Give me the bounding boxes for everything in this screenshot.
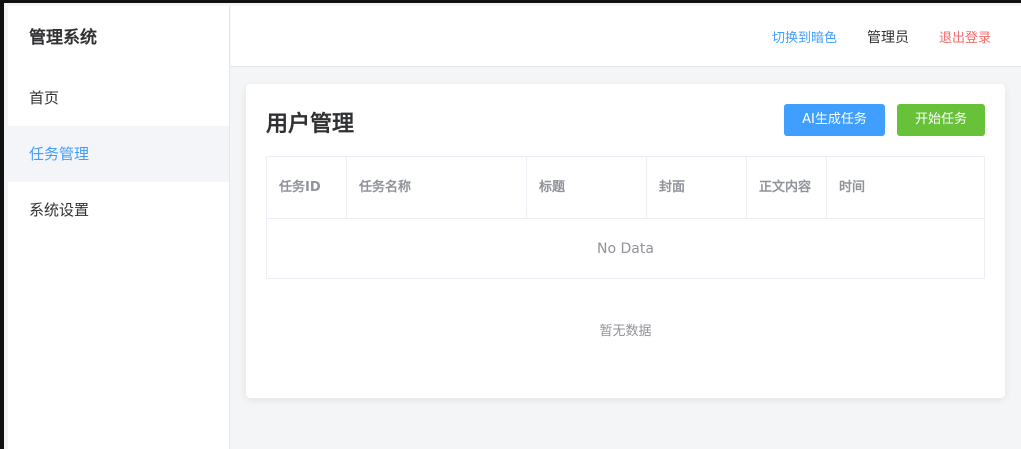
column-header-body[interactable]: 正文内容 [747, 157, 827, 218]
page-title: 用户管理 [266, 112, 355, 137]
current-user: 管理员 [866, 29, 909, 46]
sidebar-item-tasks[interactable]: 任务管理 [8, 126, 229, 182]
app-brand: 管理系统 [29, 28, 97, 48]
column-header-task-name[interactable]: 任务名称 [347, 157, 527, 218]
content-card: 用户管理 AI生成任务 开始任务 任务ID 任务名称 标题 封面 正文内容 时间… [246, 84, 1005, 398]
logout-link[interactable]: 退出登录 [939, 27, 991, 46]
column-header-title[interactable]: 标题 [527, 157, 647, 218]
theme-toggle-link[interactable]: 切换到暗色 [772, 27, 837, 46]
sidebar: 管理系统 首页 任务管理 系统设置 [8, 6, 230, 449]
ai-generate-task-button[interactable]: AI生成任务 [784, 104, 885, 136]
column-header-task-id[interactable]: 任务ID [267, 157, 347, 218]
table-empty-row: No Data [267, 219, 984, 278]
start-task-button[interactable]: 开始任务 [897, 104, 985, 136]
header-actions: 切换到暗色 管理员 退出登录 [772, 6, 991, 67]
table-header: 任务ID 任务名称 标题 封面 正文内容 时间 [267, 157, 984, 219]
column-header-time[interactable]: 时间 [827, 157, 984, 218]
top-header: 切换到暗色 管理员 退出登录 [231, 6, 1021, 67]
table-no-data-text: No Data [597, 240, 654, 257]
sidebar-item-home[interactable]: 首页 [8, 70, 229, 126]
empty-state-text: 暂无数据 [599, 324, 652, 339]
sidebar-item-settings[interactable]: 系统设置 [8, 182, 229, 238]
column-header-cover[interactable]: 封面 [647, 157, 747, 218]
task-table: 任务ID 任务名称 标题 封面 正文内容 时间 No Data [266, 156, 985, 279]
